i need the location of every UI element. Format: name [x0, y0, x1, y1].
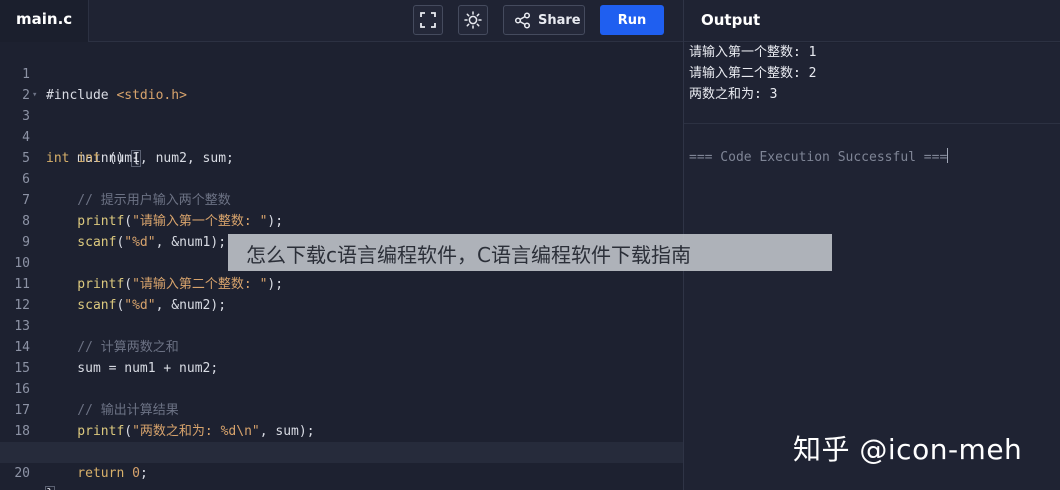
output-line: 请输入第一个整数: 1 — [689, 45, 817, 60]
watermark: 知乎 @icon-meh — [793, 433, 1023, 466]
code-line[interactable]: 2 — [0, 64, 683, 103]
code-line[interactable]: 9 — [0, 211, 683, 250]
fullscreen-icon — [420, 12, 436, 28]
line-code: } — [45, 484, 55, 490]
share-label: Share — [538, 12, 581, 28]
code-line[interactable]: 3 ▾ int main() { — [0, 85, 683, 167]
line-number: 20 — [14, 466, 30, 481]
output-line: 请输入第二个整数: 2 — [689, 66, 817, 81]
code-line[interactable]: 8 scanf("%d", &num1); — [0, 190, 683, 250]
code-line-active[interactable]: 20 } — [0, 442, 683, 490]
theme-toggle-button[interactable] — [458, 5, 488, 35]
execution-status: === Code Execution Successful === — [689, 148, 949, 165]
output-divider — [684, 123, 1060, 124]
title-banner: 怎么下载c语言编程软件，C语言编程软件下载指南 — [228, 234, 832, 271]
code-line[interactable]: 4 int num1, num2, sum; — [0, 106, 683, 166]
text-cursor — [947, 148, 949, 163]
fold-toggle-icon[interactable]: ▾ — [32, 85, 37, 106]
code-line[interactable]: 16 // 输出计算结果 — [0, 358, 683, 418]
toolbar: main.c Share Run Output — [0, 0, 1060, 42]
code-line[interactable]: 6 // 提示用户输入两个整数 — [0, 148, 683, 208]
code-line[interactable]: 7 printf("请输入第一个整数: "); — [0, 169, 683, 229]
tab-main-c[interactable]: main.c — [0, 0, 89, 42]
code-line[interactable]: 12 — [0, 274, 683, 313]
file-tab-label: main.c — [16, 10, 73, 28]
code-line[interactable]: 18 — [0, 400, 683, 439]
code-line[interactable]: 13 // 计算两数之和 — [0, 295, 683, 355]
sun-icon — [464, 11, 482, 29]
code-line[interactable]: 17 printf("两数之和为: %d\n", sum); — [0, 379, 683, 439]
code-line[interactable]: 19 return 0; — [0, 421, 683, 481]
fullscreen-button[interactable] — [413, 5, 443, 35]
share-icon — [514, 11, 531, 29]
share-button[interactable]: Share — [503, 5, 585, 35]
code-line[interactable]: 15 — [0, 337, 683, 376]
output-line: 两数之和为: 3 — [689, 87, 778, 102]
banner-text: 怎么下载c语言编程软件，C语言编程软件下载指南 — [246, 243, 691, 267]
line-code: return 0; — [46, 466, 148, 481]
run-button[interactable]: Run — [600, 5, 664, 35]
code-line[interactable]: 14 sum = num1 + num2; — [0, 316, 683, 376]
code-line[interactable]: 1 #include <stdio.h> — [0, 43, 683, 103]
output-title: Output — [701, 11, 761, 29]
code-line[interactable]: 5 — [0, 127, 683, 166]
